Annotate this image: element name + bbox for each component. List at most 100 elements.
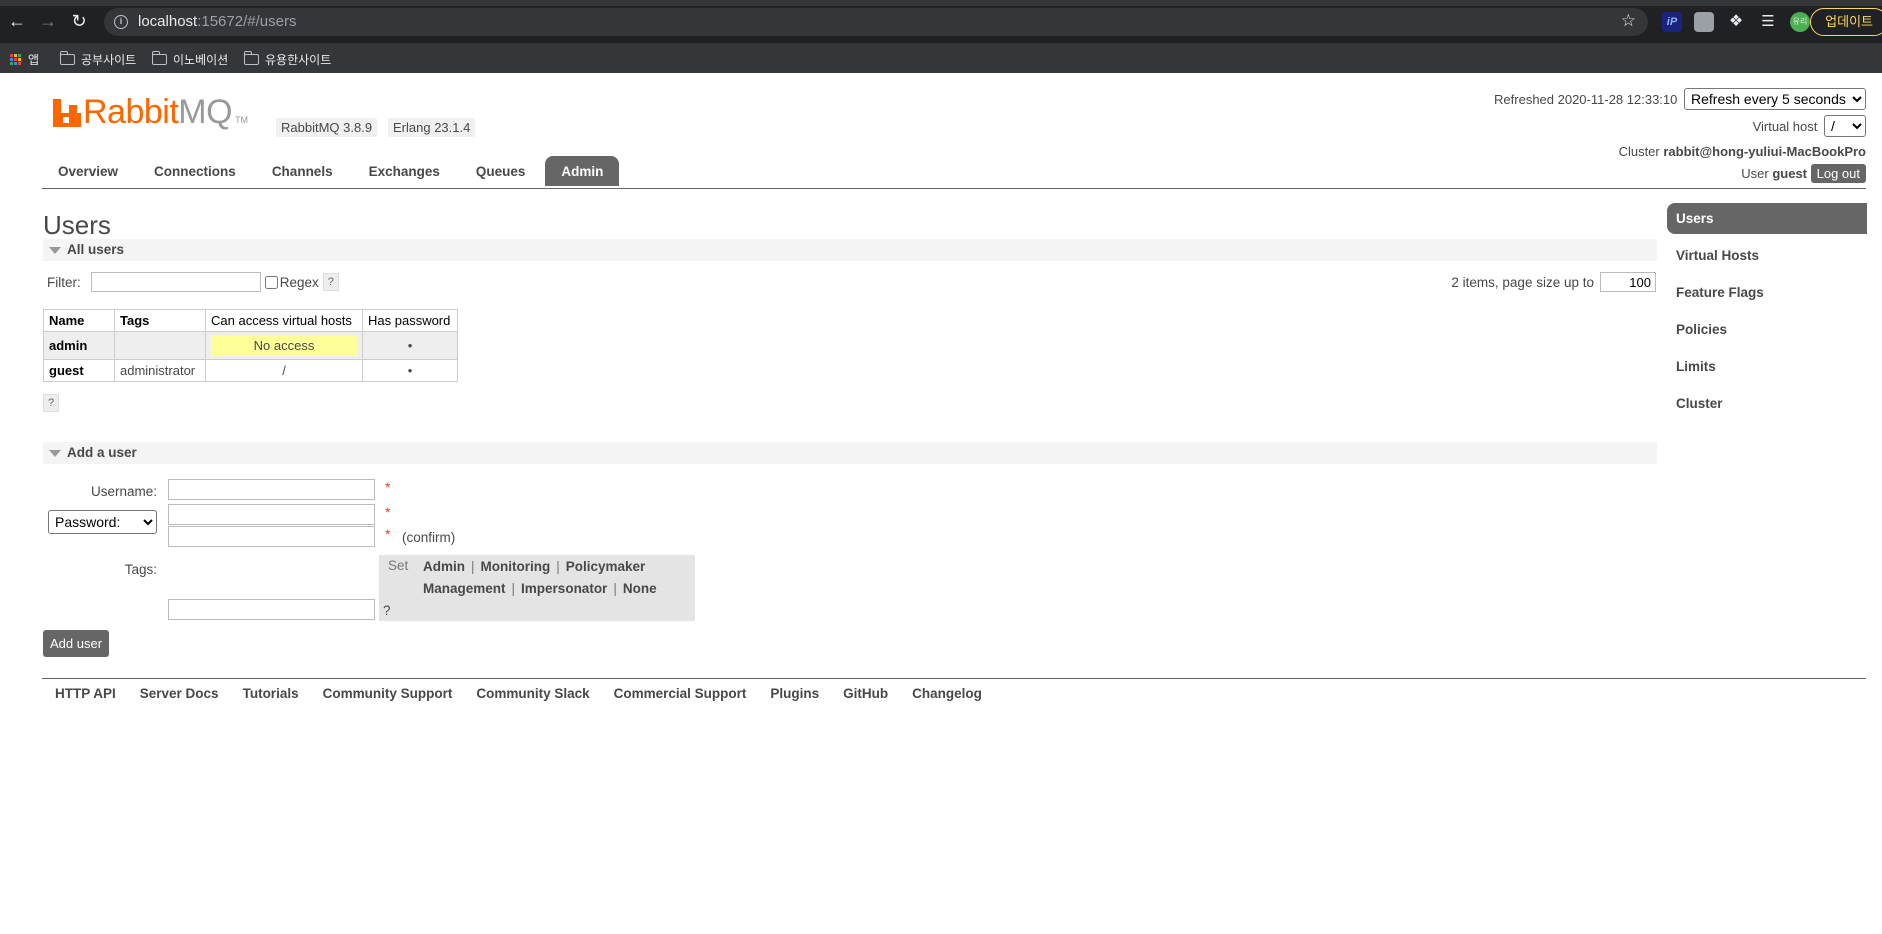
refreshed-time: Refreshed 2020-11-28 12:33:10 [1494, 92, 1678, 107]
required-marker: * [385, 479, 391, 495]
footer-link-server-docs[interactable]: Server Docs [140, 686, 219, 701]
section-title: All users [67, 242, 125, 257]
set-label: Set [388, 558, 409, 573]
sidebar-item-users[interactable]: Users [1667, 203, 1867, 234]
filter-input[interactable] [90, 272, 261, 292]
col-vhosts: Can access virtual hosts [205, 309, 363, 332]
tag-monitoring-link[interactable]: Monitoring [481, 559, 551, 574]
footer-link-http-api[interactable]: HTTP API [55, 686, 116, 701]
bookmark-label: 이노베이션 [173, 53, 229, 67]
tab-exchanges[interactable]: Exchanges [353, 156, 456, 186]
update-button[interactable]: 업데이트 [1810, 8, 1882, 36]
all-users-section-header[interactable]: All users [43, 239, 1657, 261]
bookmark-label: 앱 [28, 53, 40, 67]
footer-link-commercial-support[interactable]: Commercial Support [614, 686, 747, 701]
vhost-select[interactable]: / [1824, 115, 1866, 137]
password-confirm-input[interactable] [168, 526, 375, 547]
username-input[interactable] [168, 479, 375, 500]
admin-sidebar: Users Virtual Hosts Feature Flags Polici… [1667, 203, 1867, 425]
bookmark-apps[interactable]: 앱 [10, 51, 39, 68]
tags-help-button[interactable]: ? [383, 603, 391, 618]
col-tags[interactable]: Tags [114, 309, 206, 332]
footer-link-github[interactable]: GitHub [843, 686, 888, 701]
col-password: Has password [362, 309, 458, 332]
pager: 2 items, page size up to [1451, 272, 1656, 292]
required-marker: * [385, 526, 391, 542]
sidebar-item-virtual-hosts[interactable]: Virtual Hosts [1667, 240, 1867, 277]
password-input[interactable] [168, 504, 375, 525]
sidebar-item-cluster[interactable]: Cluster [1667, 388, 1867, 425]
footer-link-community-slack[interactable]: Community Slack [476, 686, 589, 701]
tag-preset-row: Admin | Monitoring | Policymaker [423, 559, 646, 574]
sidebar-item-feature-flags[interactable]: Feature Flags [1667, 277, 1867, 314]
cluster-label: Cluster [1618, 144, 1660, 159]
bookmarks-bar: 앱 공부사이트 이노베이션 유용한사이트 [0, 43, 1882, 73]
collapse-triangle-icon [49, 247, 61, 254]
table-row[interactable]: guest administrator / • [43, 359, 458, 382]
profile-avatar[interactable]: 유리 [1790, 12, 1810, 32]
rabbitmq-version: RabbitMQ 3.8.9 [276, 118, 378, 137]
user-vhosts-cell: / [205, 359, 363, 382]
tab-overview[interactable]: Overview [42, 156, 134, 186]
tag-policymaker-link[interactable]: Policymaker [566, 559, 646, 574]
erlang-version: Erlang 23.1.4 [388, 118, 476, 137]
bookmark-label: 유용한사이트 [265, 53, 332, 67]
bookmark-folder-innovation[interactable]: 이노베이션 [151, 51, 229, 68]
user-name-cell[interactable]: guest [43, 359, 115, 382]
table-help-button[interactable]: ? [43, 394, 60, 412]
table-row[interactable]: admin No access • [43, 331, 458, 360]
url-text[interactable]: localhost:15672/#/users [138, 13, 296, 30]
tab-connections[interactable]: Connections [138, 156, 252, 186]
apps-grid-icon [10, 53, 22, 66]
sidebar-item-policies[interactable]: Policies [1667, 314, 1867, 351]
regex-checkbox[interactable] [264, 275, 278, 289]
user-name-cell[interactable]: admin [43, 331, 115, 360]
page-size-input[interactable] [1600, 272, 1656, 292]
media-control-icon[interactable]: ☰ [1758, 12, 1778, 32]
rabbitmq-logo[interactable]: RabbitMQ TM [53, 93, 249, 131]
tab-queues[interactable]: Queues [460, 156, 542, 186]
forward-arrow-icon[interactable]: → [37, 10, 59, 32]
users-table: Name Tags Can access virtual hosts Has p… [43, 309, 458, 382]
regex-help-button[interactable]: ? [322, 273, 339, 291]
password-type-select[interactable]: Password: [48, 510, 157, 534]
ip-extension-icon[interactable]: iP [1662, 12, 1682, 32]
photo-extension-icon[interactable] [1694, 12, 1714, 32]
tag-impersonator-link[interactable]: Impersonator [521, 581, 607, 596]
bookmark-star-icon[interactable]: ☆ [1621, 11, 1636, 31]
regex-label: Regex [279, 274, 319, 290]
bookmark-label: 공부사이트 [81, 53, 137, 67]
logo-trademark: TM [235, 115, 249, 125]
tag-none-link[interactable]: None [623, 581, 657, 596]
site-info-icon[interactable]: i [114, 15, 128, 29]
tags-input[interactable] [168, 599, 375, 620]
add-user-button[interactable]: Add user [43, 630, 110, 657]
tabs-divider [42, 188, 1866, 189]
user-name: guest [1772, 166, 1807, 181]
reload-icon[interactable]: ↻ [68, 10, 90, 32]
refresh-interval-select[interactable]: Refresh every 5 seconds [1684, 88, 1866, 110]
add-user-section-header[interactable]: Add a user [43, 442, 1657, 464]
footer-link-community-support[interactable]: Community Support [323, 686, 453, 701]
puzzle-extensions-icon[interactable]: ❖ [1726, 12, 1746, 32]
bookmark-folder-useful[interactable]: 유용한사이트 [243, 51, 332, 68]
user-info: User guest Log out [1741, 164, 1866, 183]
col-name[interactable]: Name [43, 309, 115, 332]
bookmark-folder-study[interactable]: 공부사이트 [59, 51, 137, 68]
tab-admin[interactable]: Admin [545, 156, 620, 186]
sidebar-item-limits[interactable]: Limits [1667, 351, 1867, 388]
rabbitmq-management-page: RabbitMQ TM RabbitMQ 3.8.9 Erlang 23.1.4… [0, 73, 1882, 934]
logo-wordmark: RabbitMQ [83, 93, 233, 131]
tab-strip [0, 0, 1882, 6]
footer-link-tutorials[interactable]: Tutorials [243, 686, 299, 701]
tag-management-link[interactable]: Management [423, 581, 506, 596]
user-label: User [1741, 166, 1769, 181]
tab-channels[interactable]: Channels [256, 156, 349, 186]
footer-link-plugins[interactable]: Plugins [770, 686, 819, 701]
tag-admin-link[interactable]: Admin [423, 559, 465, 574]
footer-link-changelog[interactable]: Changelog [912, 686, 982, 701]
logout-button[interactable]: Log out [1810, 164, 1866, 183]
back-arrow-icon[interactable]: ← [6, 10, 28, 32]
no-access-badge: No access [211, 335, 357, 356]
address-bar[interactable]: i localhost:15672/#/users ☆ [104, 8, 1648, 36]
